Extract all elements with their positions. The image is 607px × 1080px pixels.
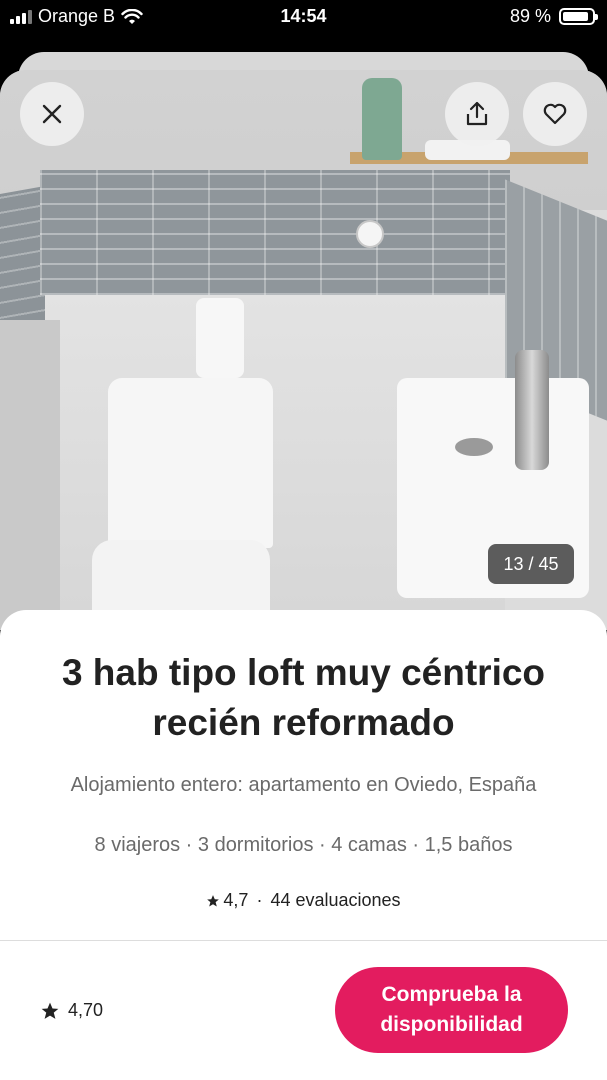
status-bar: Orange B 14:54 89 % [0, 0, 607, 36]
photo-counter: 13 / 45 [488, 544, 574, 584]
rating-block: 4,7 [206, 890, 248, 911]
listing-subtitle: Alojamiento entero: apartamento en Ovied… [70, 774, 537, 796]
star-icon [207, 894, 220, 907]
status-right: 89 % [509, 6, 598, 27]
share-icon [466, 101, 488, 126]
favorite-button[interactable] [523, 82, 587, 146]
rating-value: 4,7 [223, 890, 249, 910]
star-icon [41, 1002, 59, 1019]
rating-summary[interactable]: 4,7 · 44 evaluaciones [0, 890, 607, 911]
heart-icon [543, 103, 567, 125]
footer-rating-value: 4,70 [68, 1000, 104, 1020]
close-button[interactable] [20, 82, 84, 146]
share-button[interactable] [445, 82, 509, 146]
listing-info-sheet: 3 hab tipo loft muy céntrico recién refo… [0, 610, 607, 1080]
close-icon [42, 104, 62, 124]
listing-title: 3 hab tipo loft muy céntrico recién refo… [61, 652, 546, 743]
reviews-link[interactable]: 44 evaluaciones [270, 890, 400, 911]
divider [0, 940, 607, 941]
footer-rating: 4,70 [40, 1000, 103, 1021]
listing-specs: 8 viajeros · 3 dormitorios · 4 camas · 1… [94, 834, 513, 856]
check-availability-button[interactable]: Comprueba la disponibilidad [335, 967, 568, 1053]
battery-percent: 89 % [509, 6, 551, 26]
rating-separator: · [256, 890, 263, 910]
battery-icon [559, 8, 598, 25]
